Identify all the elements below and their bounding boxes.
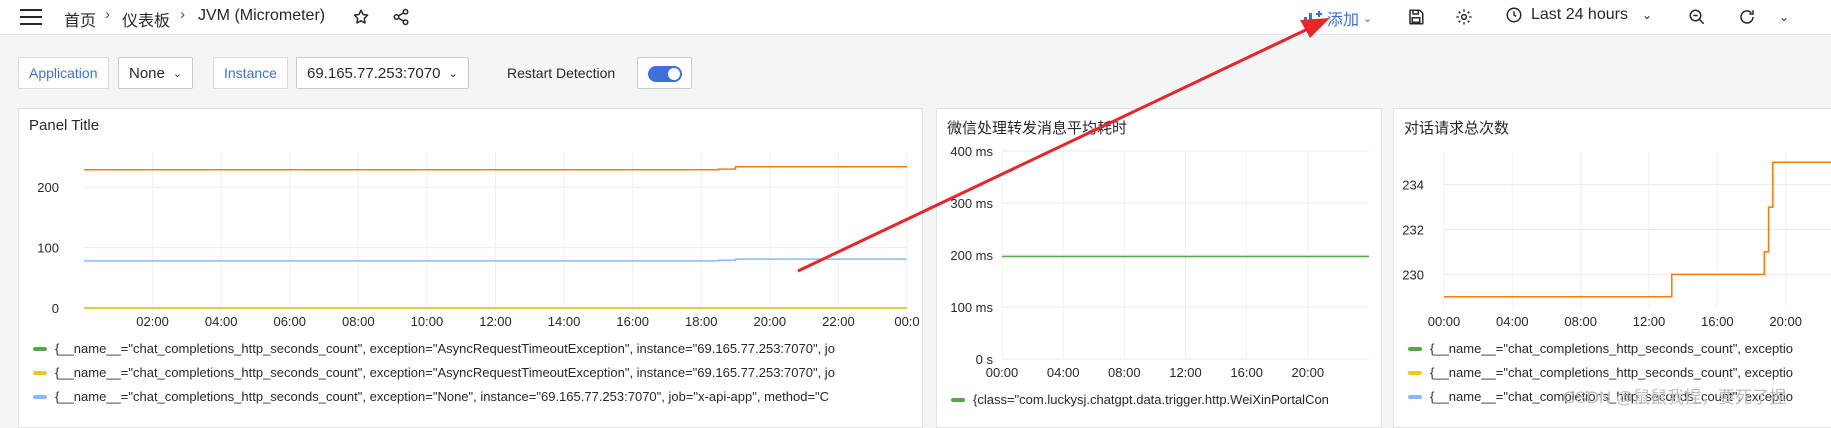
- add-button-label: 添加: [1327, 12, 1360, 29]
- add-panel-icon: [1304, 11, 1322, 25]
- x-tick-label: 20:00: [754, 314, 787, 329]
- y-tick-label: 232: [1402, 223, 1424, 238]
- legend-label: {__name__="chat_completions_http_seconds…: [1430, 365, 1794, 380]
- legend-swatch: [33, 394, 47, 399]
- legend-item[interactable]: {class="com.luckysj.chatgpt.data.trigger…: [951, 392, 1329, 407]
- instance-variable-label: Instance: [213, 57, 288, 89]
- legend-item[interactable]: {__name__="chat_completions_http_seconds…: [1408, 341, 1793, 356]
- breadcrumb-separator-icon: ›: [180, 6, 185, 23]
- share-icon[interactable]: [390, 6, 412, 28]
- legend-swatch: [1408, 394, 1422, 399]
- panel-title-chart: 0 100 200 02:00 04:00 06:00 08:00 10:00 12:00 14:…: [37, 151, 920, 329]
- breadcrumb-dashboards[interactable]: 仪表板: [122, 7, 170, 31]
- x-tick-label: 12:00: [1633, 314, 1666, 329]
- csdn-watermark: CSDN @鼠鼠我捏，要死了捏: [1563, 388, 1787, 407]
- x-tick-label: 08:00: [342, 314, 375, 329]
- legend-swatch: [951, 397, 965, 402]
- add-panel-button[interactable]: 添加 ⌄: [1303, 6, 1372, 30]
- top-navbar: 首页 › 仪表板 › JVM (Micrometer) 添加 ⌄ Last 24…: [0, 0, 1831, 35]
- chevron-down-icon: ⌄: [1641, 8, 1653, 22]
- total-requests-chart: 230 232 234 00:00 04:00 08:00 12:00 16:00 20:00: [1402, 151, 1831, 329]
- wechat-latency-panel: 微信处理转发消息平均耗时 0 s 100 ms 200 ms 300 ms 400 ms…: [936, 108, 1382, 428]
- x-tick-label: 00:00: [986, 365, 1019, 380]
- clock-icon: [1506, 7, 1522, 23]
- chevron-down-icon: ⌄: [448, 67, 458, 80]
- chevron-down-icon: ⌄: [1363, 12, 1373, 25]
- refresh-icon[interactable]: [1736, 6, 1758, 28]
- x-tick-label: 16:00: [1230, 365, 1263, 380]
- legend-label: {__name__="chat_completions_http_seconds…: [1430, 341, 1794, 356]
- y-tick-label: 200: [37, 180, 59, 195]
- legend-label: {class="com.luckysj.chatgpt.data.trigger…: [973, 392, 1329, 407]
- x-tick-label: 04:00: [1047, 365, 1080, 380]
- x-tick-label: 08:00: [1108, 365, 1141, 380]
- x-tick-label: 20:00: [1292, 365, 1325, 380]
- legend-swatch: [33, 346, 47, 351]
- y-tick-label: 0: [52, 301, 59, 316]
- y-tick-label: 100: [37, 241, 59, 256]
- legend-swatch: [33, 370, 47, 375]
- wechat-latency-chart: 0 s100 ms200 ms300 ms400 ms00:00 04:00 08:…: [950, 144, 1369, 380]
- x-tick-label: 16:00: [1701, 314, 1734, 329]
- y-tick-label: 200 ms: [950, 248, 993, 263]
- time-range-picker[interactable]: Last 24 hours ⌄: [1505, 6, 1652, 24]
- legend-swatch: [1408, 370, 1422, 375]
- settings-gear-icon[interactable]: [1453, 6, 1475, 28]
- instance-select[interactable]: 69.165.77.253:7070 ⌄: [296, 57, 469, 89]
- y-tick-label: 300 ms: [950, 196, 993, 211]
- x-tick-label: 04:00: [1496, 314, 1529, 329]
- legend-item[interactable]: {__name__="chat_completions_http_seconds…: [33, 389, 829, 404]
- x-tick-label: 12:00: [479, 314, 512, 329]
- restart-detection-toggle[interactable]: [648, 66, 682, 82]
- star-icon[interactable]: [350, 6, 372, 28]
- application-select-value: None: [129, 64, 165, 82]
- x-tick-label: 12:00: [1169, 365, 1202, 380]
- x-tick-label: 16:00: [616, 314, 649, 329]
- x-tick-label: 04:00: [205, 314, 238, 329]
- x-tick-label: 20:00: [1769, 314, 1802, 329]
- legend-item[interactable]: {__name__="chat_completions_http_seconds…: [1408, 365, 1793, 380]
- legend-label: {__name__="chat_completions_http_seconds…: [55, 341, 835, 356]
- x-tick-label: 22:00: [822, 314, 855, 329]
- x-tick-label: 14:00: [548, 314, 581, 329]
- zoom-out-icon[interactable]: [1686, 6, 1708, 28]
- legend-swatch: [1408, 346, 1422, 351]
- x-tick-label: 08:00: [1564, 314, 1597, 329]
- save-icon[interactable]: [1405, 6, 1427, 28]
- application-variable-label: Application: [18, 57, 109, 89]
- total-requests-panel: 对话请求总次数 230 232 234 00:00 04:00 08:00 12:00 16:…: [1393, 108, 1831, 428]
- panel-title-panel: Panel Title 0 100 200 02:00 04:00 06:00 08:00 1…: [18, 108, 923, 428]
- time-range-label: Last 24 hours: [1531, 6, 1628, 23]
- breadcrumb-current: JVM (Micrometer): [198, 7, 326, 24]
- legend-item[interactable]: {__name__="chat_completions_http_seconds…: [33, 365, 835, 380]
- breadcrumb-home[interactable]: 首页: [64, 7, 96, 31]
- menu-icon[interactable]: [20, 9, 42, 25]
- chevron-down-icon: ⌄: [172, 67, 183, 80]
- instance-select-value: 69.165.77.253:7070: [307, 64, 441, 82]
- x-tick-label: 02:00: [136, 314, 169, 329]
- breadcrumb-separator-icon: ›: [105, 6, 110, 23]
- restart-detection-toggle-box: [637, 57, 692, 89]
- legend-label: {__name__="chat_completions_http_seconds…: [55, 389, 830, 404]
- x-tick-label: 06:00: [273, 314, 306, 329]
- restart-detection-label: Restart Detection: [507, 65, 616, 81]
- y-tick-label: 230: [1402, 267, 1424, 282]
- x-tick-label: 18:00: [685, 314, 718, 329]
- application-select[interactable]: None ⌄: [118, 57, 194, 89]
- x-tick-label: 00:0: [894, 314, 919, 329]
- legend-label: {__name__="chat_completions_http_seconds…: [55, 365, 835, 380]
- y-tick-label: 234: [1402, 178, 1424, 193]
- y-tick-label: 100 ms: [950, 300, 993, 315]
- legend-item[interactable]: {__name__="chat_completions_http_seconds…: [33, 341, 835, 356]
- y-tick-label: 400 ms: [950, 144, 993, 159]
- x-tick-label: 00:00: [1428, 314, 1461, 329]
- refresh-interval-chevron-icon[interactable]: ⌄: [1773, 6, 1795, 28]
- x-tick-label: 10:00: [411, 314, 444, 329]
